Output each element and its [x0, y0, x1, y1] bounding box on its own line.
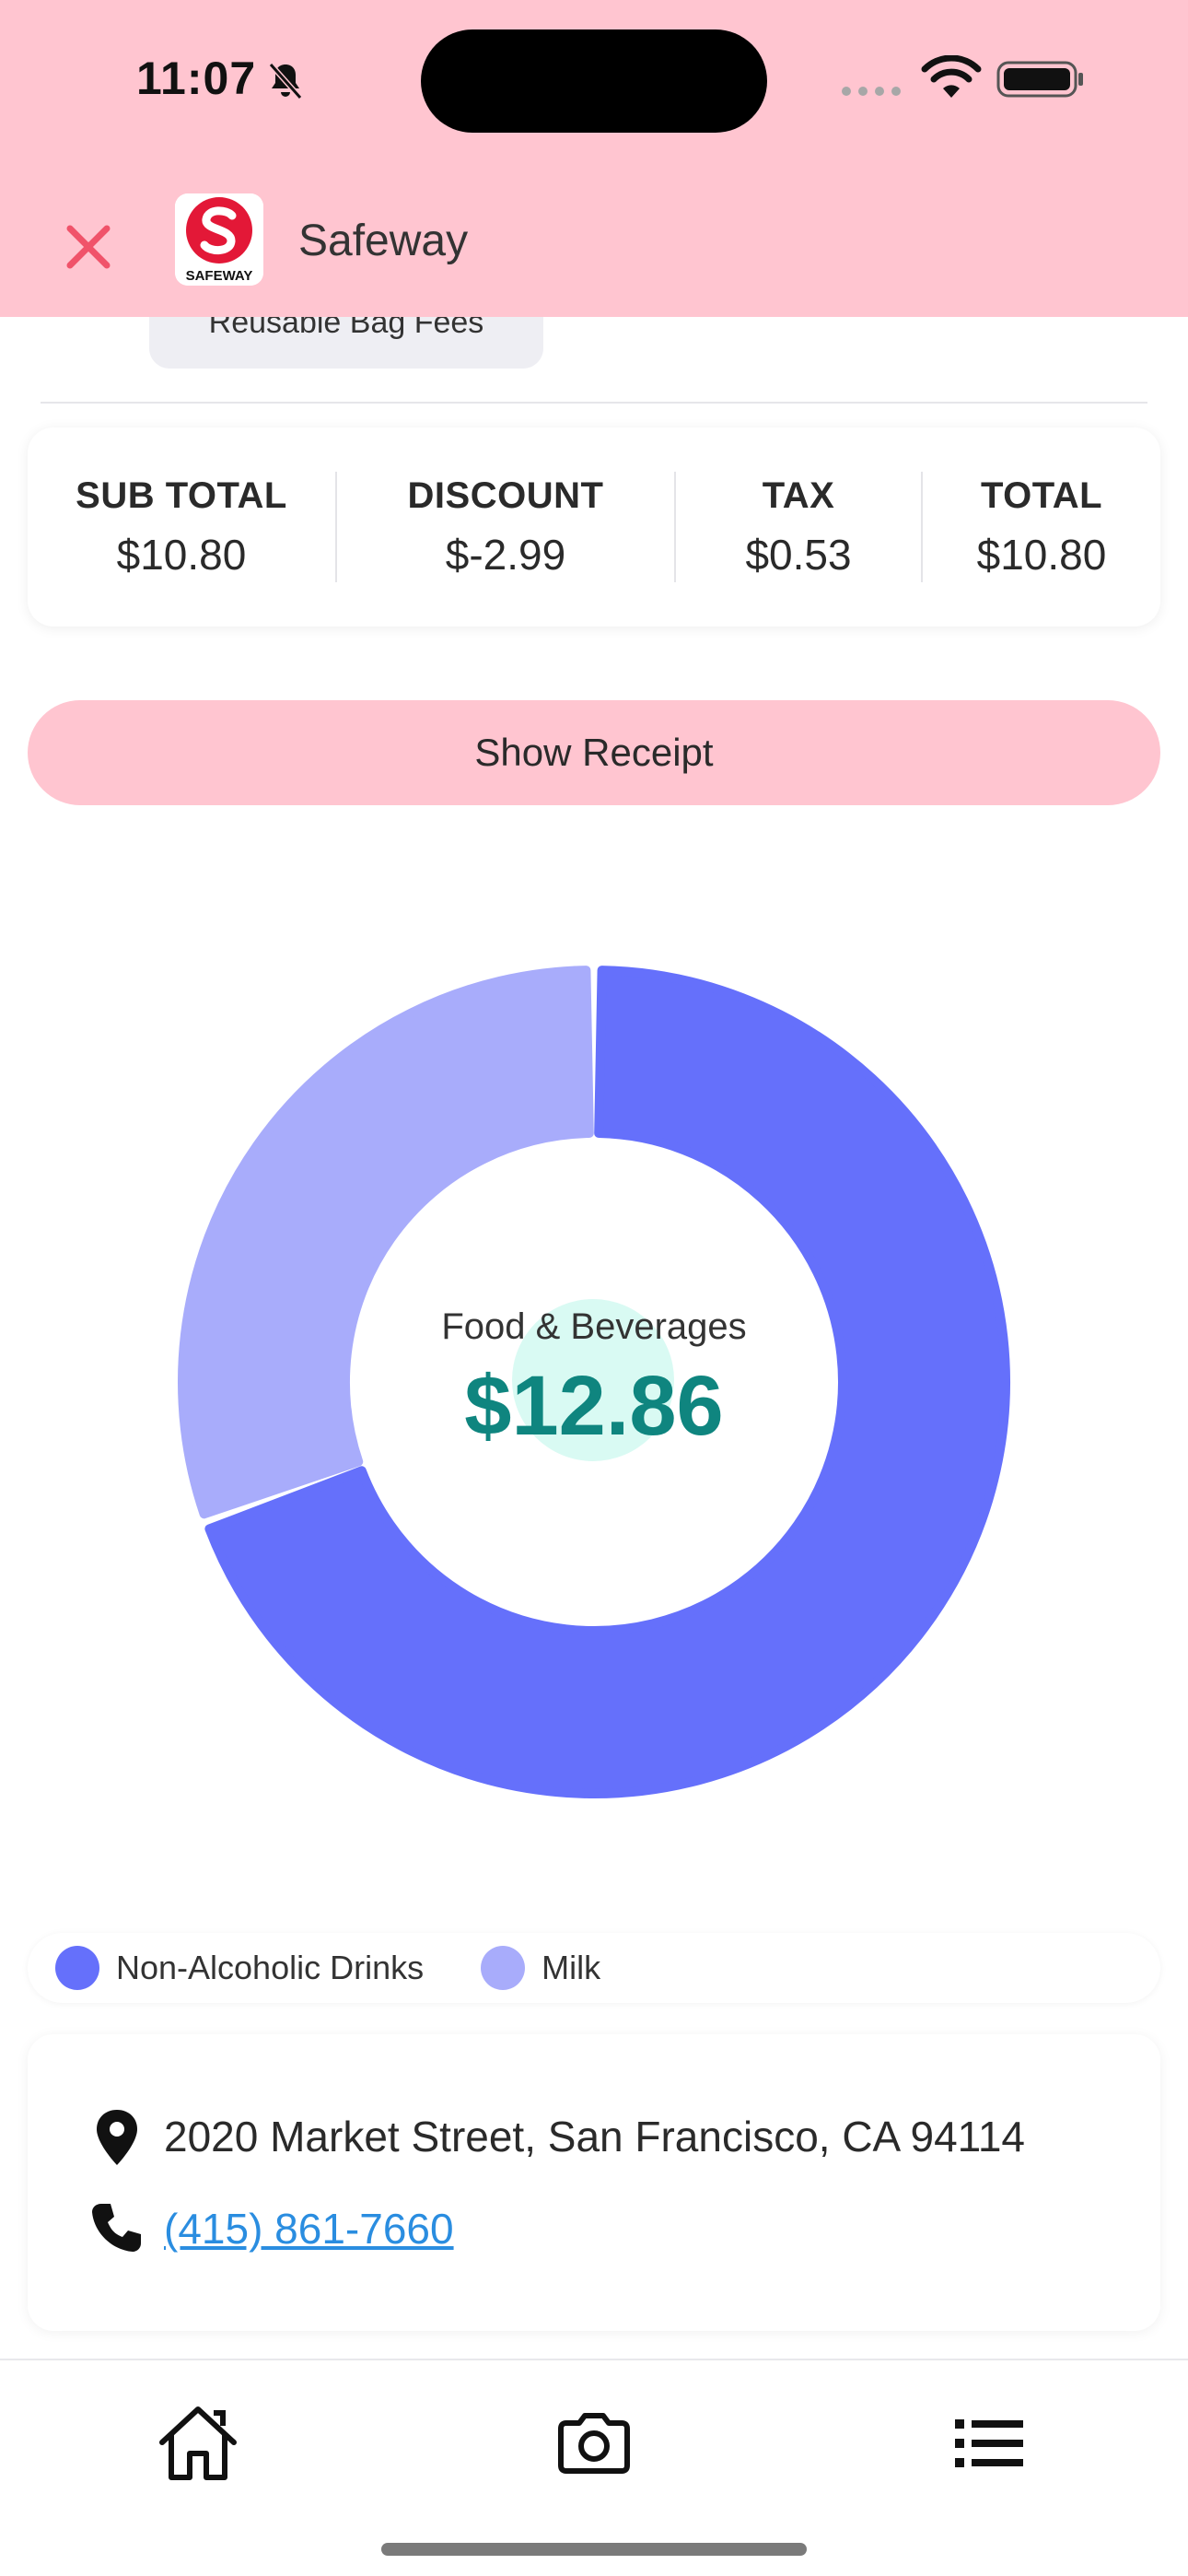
legend-item-non-alcoholic-drinks[interactable]: Non-Alcoholic Drinks	[55, 1946, 424, 1990]
show-receipt-label: Show Receipt	[474, 731, 714, 774]
list-icon	[955, 2419, 1023, 2467]
dynamic-island	[421, 29, 767, 133]
legend-label: Milk	[542, 1949, 601, 1986]
cellular-signal-icon	[842, 87, 901, 96]
home-indicator	[381, 2543, 807, 2556]
total-label: TOTAL	[980, 474, 1103, 516]
receipt-detail-screen: Reusable Bag Fees 11:07 SAFEWAY Safeway …	[0, 0, 1188, 2576]
logo-text: SAFEWAY	[186, 268, 253, 284]
safeway-logo-icon: SAFEWAY	[175, 193, 263, 286]
discount-value: $-2.99	[445, 530, 566, 579]
subtotal-label: SUB TOTAL	[76, 474, 287, 516]
location-pin-icon	[97, 2110, 137, 2165]
tax-column: TAX $0.53	[676, 472, 921, 582]
discount-label: DISCOUNT	[407, 474, 604, 516]
subtotal-value: $10.80	[116, 530, 247, 579]
legend-swatch	[481, 1946, 526, 1990]
chart-center-title: Food & Beverages	[441, 1306, 747, 1347]
chart-legend: Non-Alcoholic Drinks Milk	[28, 1933, 1160, 2003]
subtotal-column: SUB TOTAL $10.80	[28, 472, 335, 582]
chart-center-value: $12.86	[464, 1359, 724, 1453]
bell-off-icon	[268, 63, 303, 100]
close-button[interactable]	[53, 212, 123, 282]
camera-icon	[558, 2413, 630, 2474]
tax-label: TAX	[762, 474, 835, 516]
phone-icon	[92, 2204, 141, 2252]
legend-swatch	[55, 1946, 99, 1990]
tab-home[interactable]	[147, 2397, 249, 2489]
store-address: 2020 Market Street, San Francisco, CA 94…	[164, 2113, 1025, 2160]
legend-item-milk[interactable]: Milk	[481, 1946, 600, 1990]
battery-icon	[996, 61, 1083, 98]
show-receipt-button[interactable]: Show Receipt	[28, 700, 1160, 805]
tab-list[interactable]	[939, 2397, 1041, 2489]
store-info-card: 2020 Market Street, San Francisco, CA 94…	[28, 2034, 1160, 2331]
store-logo: SAFEWAY	[175, 193, 263, 286]
totals-card: SUB TOTAL $10.80 DISCOUNT $-2.99 TAX $0.…	[28, 427, 1160, 626]
store-phone-link[interactable]: (415) 861-7660	[164, 2204, 454, 2254]
store-name: Safeway	[298, 217, 469, 265]
close-icon	[66, 225, 111, 269]
home-icon	[159, 2406, 237, 2480]
discount-column: DISCOUNT $-2.99	[337, 472, 674, 582]
divider	[41, 402, 1147, 404]
wifi-icon	[921, 55, 982, 98]
tax-value: $0.53	[745, 530, 852, 579]
tab-camera[interactable]	[543, 2397, 645, 2489]
legend-label: Non-Alcoholic Drinks	[116, 1949, 425, 1986]
total-value: $10.80	[976, 530, 1107, 579]
header: 11:07 SAFEWAY Safeway	[0, 0, 1188, 317]
status-time: 11:07	[136, 53, 257, 104]
total-column: TOTAL $10.80	[923, 472, 1160, 582]
